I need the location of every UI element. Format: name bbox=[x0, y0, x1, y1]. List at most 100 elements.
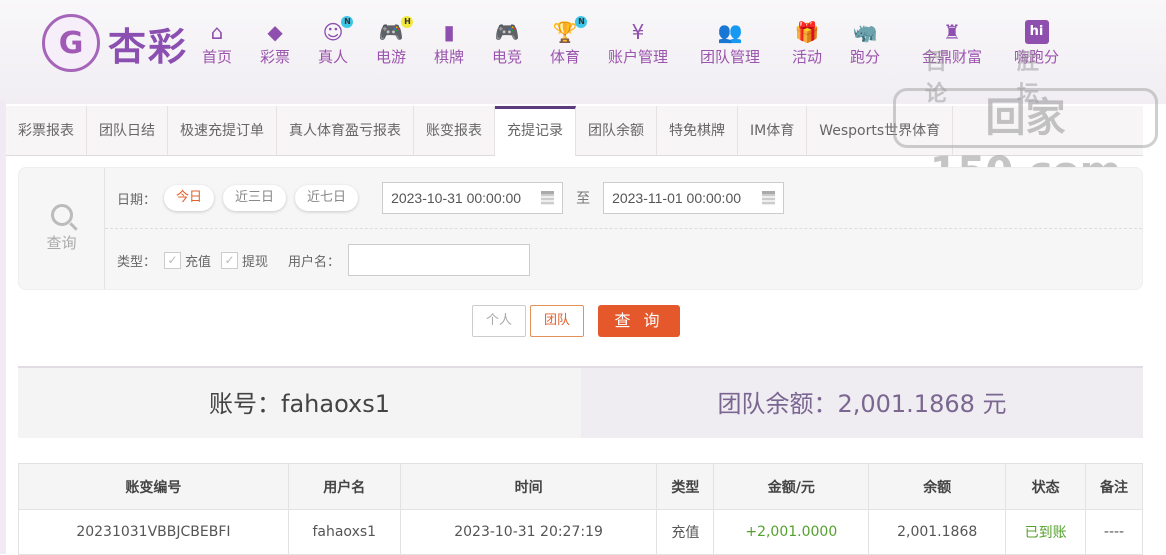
home-icon: ⌂ bbox=[210, 20, 224, 44]
nav-label: 团队管理 bbox=[700, 48, 761, 66]
start-date-input[interactable]: 2023-10-31 00:00:00 bbox=[382, 182, 564, 214]
tab-5[interactable]: 充提记录 bbox=[495, 106, 576, 156]
withdraw-label: 提现 bbox=[242, 254, 269, 270]
nav-label: 首页 bbox=[202, 48, 233, 66]
live-dealer-icon: ☺ N bbox=[323, 16, 354, 44]
badge: N bbox=[575, 16, 588, 28]
logo[interactable]: G 杏彩 bbox=[42, 14, 188, 72]
summary-bar: 账号：fahaoxs1 团队余额：2,001.1868 元 bbox=[18, 366, 1143, 438]
table-cell: 2023-10-31 20:27:19 bbox=[399, 509, 658, 555]
nav-label: 体育 bbox=[550, 48, 581, 66]
calendar-icon[interactable] bbox=[541, 191, 555, 205]
today-button[interactable]: 今日 bbox=[164, 185, 215, 211]
nav-label: 彩票 bbox=[260, 48, 291, 66]
team-icon: 👥 bbox=[717, 20, 743, 44]
hi-app-icon: hi bbox=[1024, 20, 1049, 44]
table-row: 20231031VBBJCBEBFI fahaoxs1 2023-10-31 20:… bbox=[18, 509, 1143, 555]
date-label: 日期： bbox=[117, 192, 157, 208]
filter-side: 查询 bbox=[19, 168, 105, 289]
tab-3[interactable]: 真人体育盈亏报表 bbox=[277, 106, 414, 155]
start-date-value: 2023-10-31 00:00:00 bbox=[391, 190, 522, 206]
column-header: 余额 bbox=[868, 463, 1007, 510]
tab-9[interactable]: Wesports世界体育 bbox=[807, 106, 954, 155]
nav-item[interactable]: ◆ 彩票 bbox=[260, 20, 290, 67]
nav-item[interactable]: ☺ N 真人 bbox=[318, 16, 354, 67]
filter-side-label: 查询 bbox=[46, 234, 77, 252]
table-cell: 充值 bbox=[656, 509, 715, 555]
report-tabs: 彩票报表 团队日结 极速充提订单 真人体育盈亏报表 账变报表 充提记录 团队余额 特免棋牌 IM… bbox=[6, 106, 1143, 156]
cards-icon: ▮ bbox=[443, 20, 455, 44]
last-7-days-button[interactable]: 近七日 bbox=[295, 185, 359, 211]
column-header: 类型 bbox=[656, 463, 715, 510]
table-cell: fahaoxs1 bbox=[287, 509, 401, 555]
nav-item[interactable]: 🦏 跑分 bbox=[850, 20, 880, 67]
badge: H bbox=[401, 16, 414, 28]
ticket-icon: ◆ bbox=[267, 20, 283, 44]
tab-7[interactable]: 特免棋牌 bbox=[657, 106, 738, 155]
nav-label: 棋牌 bbox=[434, 48, 465, 66]
table-cell: ---- bbox=[1085, 509, 1143, 555]
search-icon bbox=[50, 204, 73, 226]
rhino-icon: 🦏 bbox=[852, 20, 878, 44]
nav-label: 活动 bbox=[792, 48, 823, 66]
calendar-icon[interactable] bbox=[762, 191, 776, 205]
nav-label: 账户管理 bbox=[608, 48, 669, 66]
nav-label: 跑分 bbox=[850, 48, 881, 66]
nav-label: 电竞 bbox=[492, 48, 523, 66]
table-cell: 2,001.1868 bbox=[868, 509, 1007, 555]
column-header: 时间 bbox=[399, 463, 658, 510]
nav-item[interactable]: 🎮 电竞 bbox=[492, 20, 522, 67]
column-header: 状态 bbox=[1005, 463, 1087, 510]
username-input[interactable] bbox=[348, 244, 531, 276]
filter-panel: 查询 日期： 今日 近三日 近七日 2023-10-31 00:00:00 至 … bbox=[18, 167, 1143, 290]
team-button[interactable]: 团队 bbox=[530, 305, 584, 337]
logo-text: 杏彩 bbox=[108, 24, 189, 69]
nav-label: 真人 bbox=[318, 48, 349, 66]
records-table: 账变编号 用户名 时间 类型 金额/元 余额 状态 备注 20231031VBBJCBEBFI… bbox=[18, 463, 1143, 555]
column-header: 用户名 bbox=[287, 463, 401, 510]
nav-item[interactable]: 🎮 H 电游 bbox=[376, 16, 414, 67]
tab-1[interactable]: 团队日结 bbox=[87, 106, 168, 155]
tab-2[interactable]: 极速充提订单 bbox=[168, 106, 277, 155]
gift-icon: 🎁 bbox=[794, 20, 820, 44]
deposit-checkbox[interactable]: ✓ bbox=[164, 251, 182, 269]
to-label: 至 bbox=[576, 191, 591, 207]
end-date-value: 2023-11-01 00:00:00 bbox=[612, 190, 742, 206]
account-summary: 账号：fahaoxs1 bbox=[18, 368, 581, 438]
end-date-input[interactable]: 2023-11-01 00:00:00 bbox=[603, 182, 785, 214]
table-cell: 已到账 bbox=[1005, 509, 1087, 555]
divider bbox=[105, 228, 1142, 229]
nav-item[interactable]: ▮ 棋牌 bbox=[434, 20, 464, 67]
type-row: 类型： ✓ 充值 ✓ 提现 用户名： bbox=[117, 244, 531, 276]
team-balance-summary: 团队余额：2,001.1868 元 bbox=[581, 368, 1143, 438]
nav-item[interactable]: 👥 团队管理 bbox=[700, 20, 760, 67]
last-3-days-button[interactable]: 近三日 bbox=[223, 185, 287, 211]
table-cell: 20231031VBBJCBEBFI bbox=[18, 509, 289, 555]
trophy-icon: 🏆 N bbox=[553, 16, 588, 44]
personal-button[interactable]: 个人 bbox=[472, 305, 526, 337]
gamepad-icon: 🎮 bbox=[494, 20, 520, 44]
query-button[interactable]: 查 询 bbox=[598, 305, 680, 337]
table-header-row: 账变编号 用户名 时间 类型 金额/元 余额 状态 备注 bbox=[18, 463, 1143, 510]
tab-8[interactable]: IM体育 bbox=[738, 106, 808, 155]
column-header: 备注 bbox=[1085, 463, 1143, 510]
table-cell: +2,001.0000 bbox=[713, 509, 870, 555]
nav-label: 电游 bbox=[376, 48, 407, 66]
type-label: 类型： bbox=[117, 254, 157, 270]
username-label: 用户名： bbox=[288, 254, 341, 270]
gamepad-icon: 🎮 H bbox=[379, 16, 414, 44]
column-header: 账变编号 bbox=[18, 463, 289, 510]
nav-item[interactable]: ¥ 账户管理 bbox=[608, 20, 668, 67]
tab-6[interactable]: 团队余额 bbox=[576, 106, 657, 155]
badge: N bbox=[341, 16, 354, 28]
column-header: 金额/元 bbox=[713, 463, 870, 510]
deposit-label: 充值 bbox=[185, 254, 212, 270]
tab-0[interactable]: 彩票报表 bbox=[6, 106, 87, 155]
action-buttons: 个人 团队 查 询 bbox=[472, 305, 680, 337]
nav-item[interactable]: 🎁 活动 bbox=[792, 20, 822, 67]
logo-emblem-icon: G bbox=[42, 14, 100, 72]
nav-item[interactable]: ⌂ 首页 bbox=[202, 20, 232, 67]
nav-item[interactable]: 🏆 N 体育 bbox=[550, 16, 588, 67]
withdraw-checkbox[interactable]: ✓ bbox=[221, 251, 239, 269]
tab-4[interactable]: 账变报表 bbox=[414, 106, 495, 155]
